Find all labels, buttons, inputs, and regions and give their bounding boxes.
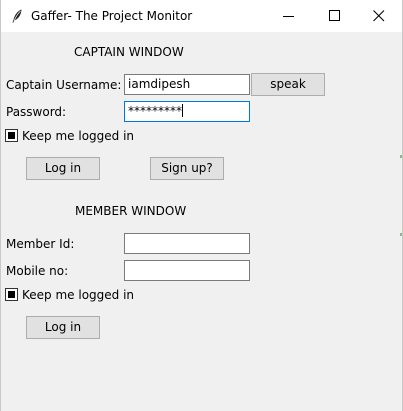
member-id-input[interactable] bbox=[124, 233, 250, 254]
maximize-button[interactable] bbox=[312, 0, 358, 32]
maximize-icon bbox=[329, 10, 340, 21]
member-keep-logged-checkbox[interactable] bbox=[5, 288, 18, 301]
app-window: Gaffer- The Project Monitor CAPTAIN WIND… bbox=[0, 0, 403, 411]
edge-artifact bbox=[400, 233, 402, 236]
window-title: Gaffer- The Project Monitor bbox=[31, 9, 193, 23]
checkbox-checked-indicator bbox=[8, 291, 15, 298]
speak-button[interactable]: speak bbox=[251, 73, 325, 96]
title-bar[interactable]: Gaffer- The Project Monitor bbox=[1, 0, 402, 32]
member-id-label: Member Id: bbox=[6, 237, 75, 251]
text-caret bbox=[182, 104, 183, 117]
member-section-title: MEMBER WINDOW bbox=[75, 204, 187, 218]
captain-keep-logged-checkbox[interactable] bbox=[5, 129, 18, 142]
captain-section-title: CAPTAIN WINDOW bbox=[74, 45, 184, 59]
captain-login-button[interactable]: Log in bbox=[26, 157, 100, 180]
edge-artifact bbox=[400, 155, 402, 158]
minimize-button[interactable] bbox=[266, 0, 312, 32]
member-keep-logged-label: Keep me logged in bbox=[22, 288, 135, 302]
captain-username-value: iamdipesh bbox=[128, 77, 191, 91]
captain-username-input[interactable]: iamdipesh bbox=[124, 74, 250, 95]
feather-icon bbox=[12, 9, 22, 23]
password-input[interactable]: ********* bbox=[124, 101, 250, 122]
signup-button[interactable]: Sign up? bbox=[150, 157, 224, 180]
checkbox-checked-indicator bbox=[8, 132, 15, 139]
member-login-button[interactable]: Log in bbox=[26, 316, 100, 339]
minimize-icon bbox=[283, 16, 294, 17]
password-label: Password: bbox=[6, 105, 67, 119]
password-value: ********* bbox=[128, 104, 182, 118]
mobile-input[interactable] bbox=[124, 260, 250, 281]
mobile-label: Mobile no: bbox=[6, 264, 69, 278]
close-button[interactable] bbox=[356, 0, 402, 32]
captain-username-label: Captain Username: bbox=[6, 78, 122, 92]
captain-keep-logged-label: Keep me logged in bbox=[22, 129, 135, 143]
close-icon bbox=[373, 10, 385, 22]
